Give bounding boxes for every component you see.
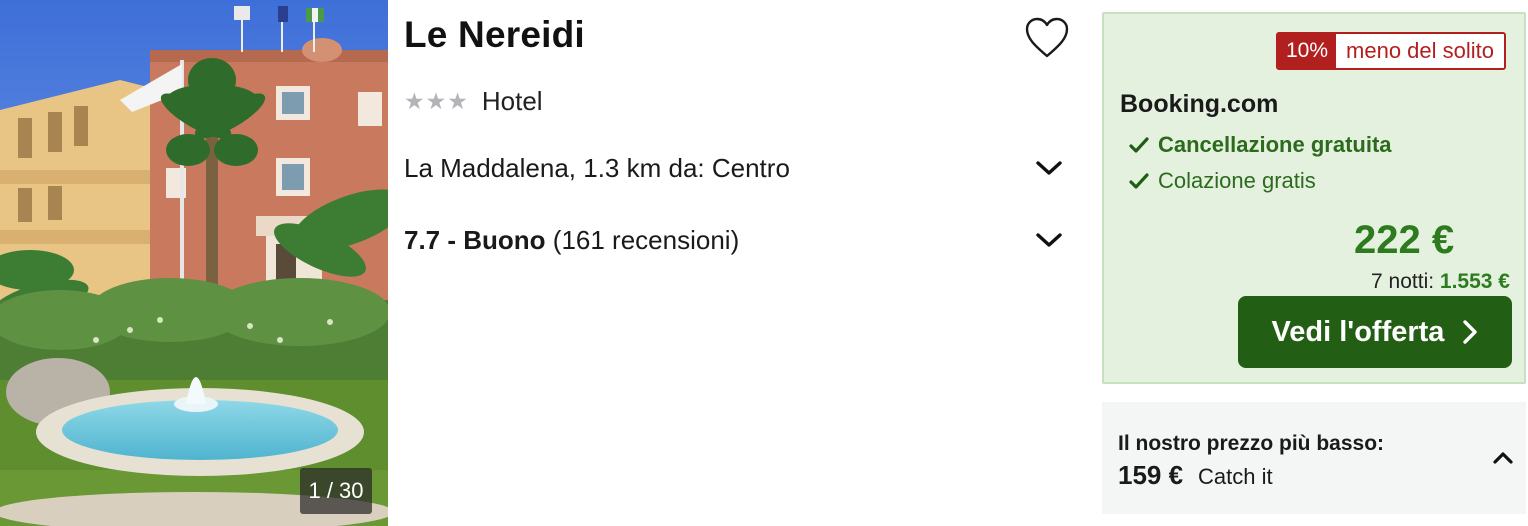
lowest-price-label: Il nostro prezzo più basso:	[1118, 432, 1385, 455]
check-icon	[1129, 137, 1149, 153]
hotel-photo[interactable]: 1 / 30	[0, 0, 388, 526]
check-icon	[1129, 173, 1149, 189]
star-icon: ★	[447, 88, 468, 114]
feature-free-cancellation: Cancellazione gratuita	[1128, 132, 1392, 158]
favorite-button[interactable]	[1024, 16, 1070, 60]
discount-text: meno del solito	[1336, 34, 1505, 68]
chevron-right-icon	[1463, 320, 1478, 344]
rating-row[interactable]: 7.7 - Buono (161 recensioni)	[404, 220, 1064, 260]
rating-count: (161 recensioni)	[552, 224, 740, 255]
photo-counter: 1 / 30	[300, 468, 372, 514]
location-text: La Maddalena, 1.3 km da: Centro	[404, 152, 790, 183]
top-offer-card[interactable]: 10% meno del solito Booking.com Cancella…	[1102, 12, 1526, 384]
nights-label: 7 notti:	[1371, 270, 1435, 293]
lowest-price-value: 159 €	[1118, 460, 1184, 490]
nights-price: 1.553 €	[1439, 270, 1510, 293]
rating-text: 7.7 - Buono (161 recensioni)	[404, 225, 739, 256]
discount-badge: 10% meno del solito	[1276, 32, 1507, 70]
feature-label: Colazione gratis	[1158, 168, 1316, 193]
chevron-down-icon	[1036, 233, 1062, 247]
feature-label: Cancellazione gratuita	[1158, 132, 1392, 157]
heart-icon	[1025, 17, 1069, 58]
nights-total: 7 notti: 1.553 €	[1371, 270, 1510, 294]
chevron-up-icon[interactable]	[1492, 450, 1514, 466]
lowest-price-panel[interactable]: Il nostro prezzo più basso: 159 € Catch …	[1102, 402, 1526, 514]
view-offer-button[interactable]: Vedi l'offerta	[1238, 296, 1512, 368]
offer-provider: Booking.com	[1120, 90, 1279, 118]
star-icon: ★	[404, 88, 425, 114]
feature-free-breakfast: Colazione gratis	[1128, 168, 1316, 194]
hotel-name[interactable]: Le Nereidi	[404, 14, 585, 56]
offer-price: 222 €	[1354, 218, 1455, 262]
star-icon: ★	[425, 88, 447, 114]
stars-row: ★ ★ ★ Hotel	[404, 86, 543, 117]
view-offer-label: Vedi l'offerta	[1271, 315, 1445, 348]
hotel-stars: ★ ★ ★	[404, 90, 468, 113]
rating-score: 7.7 - Buono	[404, 224, 546, 255]
lowest-price-provider: Catch it	[1198, 464, 1273, 489]
hotel-image	[0, 0, 388, 526]
discount-percent: 10%	[1278, 34, 1337, 68]
hotel-info: Le Nereidi ★ ★ ★ Hotel La Maddalena, 1.3…	[404, 0, 1084, 526]
chevron-down-icon	[1036, 161, 1062, 175]
hotel-type: Hotel	[481, 86, 543, 116]
location-row[interactable]: La Maddalena, 1.3 km da: Centro	[404, 148, 1064, 188]
